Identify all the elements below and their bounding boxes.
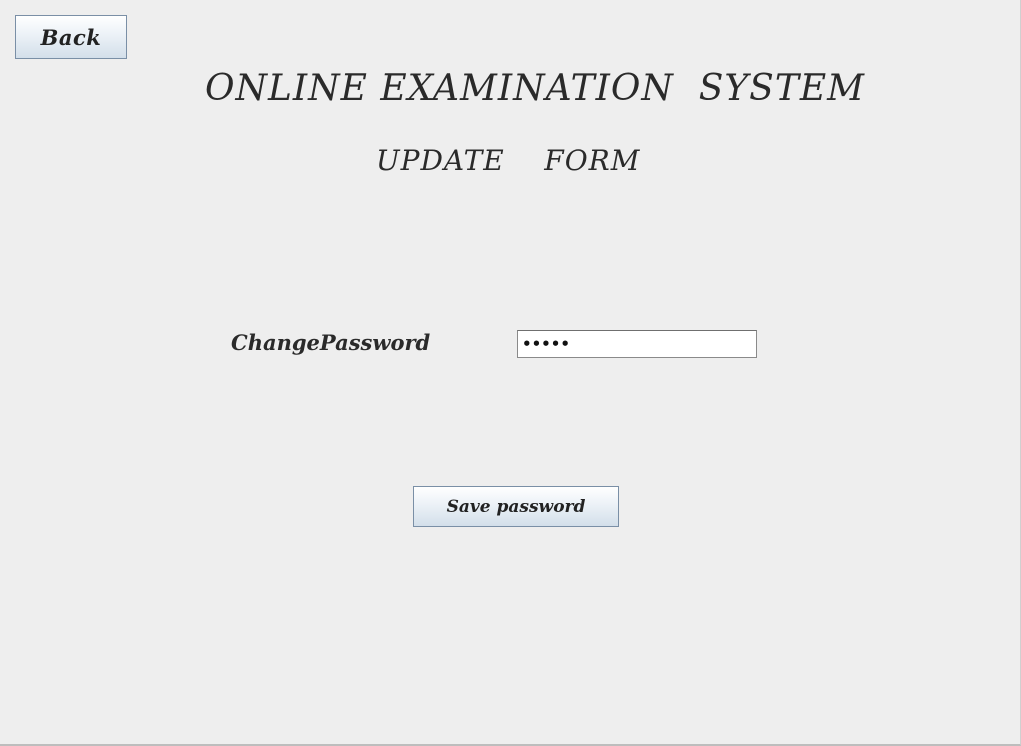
app-title: ONLINE EXAMINATION SYSTEM xyxy=(205,68,865,109)
password-field[interactable]: ••••• xyxy=(517,330,757,358)
form-title: UPDATE FORM xyxy=(376,144,641,177)
change-password-label: ChangePassword xyxy=(231,330,431,355)
save-password-button[interactable]: Save password xyxy=(413,486,619,527)
back-button[interactable]: Back xyxy=(15,15,127,59)
update-form-window: Back ONLINE EXAMINATION SYSTEM UPDATE FO… xyxy=(0,0,1021,746)
